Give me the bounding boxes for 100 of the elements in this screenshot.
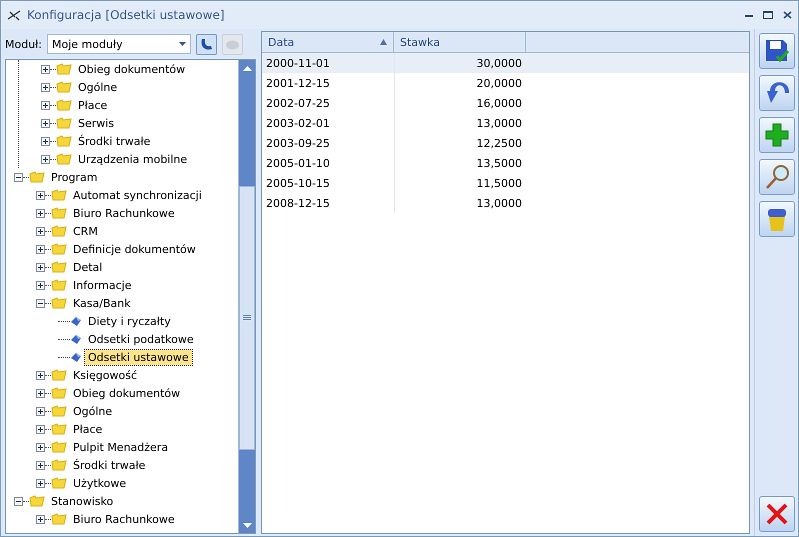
- expand-icon[interactable]: [41, 136, 50, 146]
- expand-icon[interactable]: [41, 82, 50, 92]
- column-header[interactable]: Data: [262, 32, 394, 52]
- expand-icon[interactable]: [36, 370, 45, 380]
- folder-icon: [51, 279, 67, 291]
- scroll-up-icon[interactable]: [242, 66, 252, 70]
- expand-icon[interactable]: [36, 226, 45, 236]
- close-icon[interactable]: [783, 11, 792, 19]
- save-button[interactable]: [758, 33, 794, 69]
- sort-icon: [380, 39, 387, 45]
- tree-item[interactable]: Odsetki podatkowe: [85, 332, 197, 346]
- tree-item[interactable]: Ogólne: [75, 80, 120, 94]
- tree-item[interactable]: Detal: [70, 260, 106, 274]
- expand-icon[interactable]: [36, 514, 45, 524]
- table-cell: 13,0000: [394, 113, 526, 133]
- collapse-icon[interactable]: [36, 298, 45, 308]
- tree-item[interactable]: Księgowość: [70, 368, 140, 382]
- expand-icon[interactable]: [36, 442, 45, 452]
- table-cell: 13,0000: [394, 193, 526, 213]
- folder-icon: [51, 189, 67, 201]
- expand-icon[interactable]: [36, 262, 45, 272]
- expand-icon[interactable]: [41, 118, 50, 128]
- tree-item[interactable]: Ogólne: [70, 404, 116, 418]
- table-cell-text: 2003-09-25: [265, 136, 331, 152]
- tree-item[interactable]: Płace: [70, 422, 106, 436]
- table-cell-text: 2001-12-15: [265, 76, 331, 92]
- tree-item[interactable]: Obieg dokumentów: [70, 386, 184, 400]
- tree-item[interactable]: Urządzenia mobilne: [75, 152, 190, 166]
- folder-icon: [51, 243, 67, 255]
- expand-icon[interactable]: [36, 424, 45, 434]
- scroll-thumb[interactable]: [239, 186, 255, 450]
- tree-item[interactable]: Kasa/Bank: [70, 296, 134, 310]
- expand-icon[interactable]: [41, 154, 50, 164]
- tree-item[interactable]: Obieg dokumentów: [75, 62, 188, 76]
- collapse-icon[interactable]: [14, 172, 23, 182]
- table-cell-text: 2005-10-15: [265, 176, 331, 192]
- gem-icon: [70, 333, 82, 345]
- plus-icon: [762, 121, 790, 149]
- folder-icon: [51, 459, 67, 471]
- tree-item[interactable]: CRM: [70, 224, 101, 238]
- table-cell: 16,0000: [394, 93, 526, 113]
- tree-item[interactable]: Automat synchronizacji: [70, 188, 205, 202]
- expand-icon[interactable]: [36, 208, 45, 218]
- tree-item[interactable]: Stanowisko: [48, 494, 116, 508]
- folder-icon: [51, 441, 67, 453]
- folder-icon: [56, 117, 72, 129]
- tree-item[interactable]: Pulpit Menadżera: [70, 440, 172, 454]
- folder-icon: [56, 135, 72, 147]
- folder-icon: [29, 495, 45, 507]
- collapse-icon[interactable]: [14, 496, 23, 506]
- folder-icon: [51, 369, 67, 381]
- expand-icon[interactable]: [36, 478, 45, 488]
- tree-item[interactable]: Odsetki ustawowe: [85, 350, 192, 364]
- tree-item[interactable]: Serwis: [75, 116, 118, 130]
- table-cell-text: 2000-11-01: [265, 56, 331, 72]
- folder-icon: [51, 225, 67, 237]
- refresh-button[interactable]: [196, 34, 218, 54]
- scrollbar[interactable]: [238, 60, 255, 533]
- expand-icon[interactable]: [36, 406, 45, 416]
- minimize-icon[interactable]: [745, 14, 753, 16]
- tree-item[interactable]: Program: [48, 170, 100, 184]
- folder-icon: [56, 81, 72, 93]
- tree-item[interactable]: Użytkowe: [70, 476, 130, 490]
- add-button[interactable]: [758, 117, 794, 153]
- expand-icon[interactable]: [36, 190, 45, 200]
- close-button[interactable]: [758, 496, 794, 532]
- module-dropdown[interactable]: Moje moduły: [47, 34, 192, 54]
- search-button[interactable]: [758, 159, 794, 195]
- tree-item[interactable]: Diety i ryczałty: [85, 314, 174, 328]
- tree-item[interactable]: Informacje: [70, 278, 134, 292]
- tree-item[interactable]: Biuro Rachunkowe: [70, 512, 178, 526]
- table-cell-text: 2003-02-01: [265, 116, 331, 132]
- folder-icon: [51, 261, 67, 273]
- tree-item[interactable]: Płace: [75, 98, 110, 112]
- column-header[interactable]: Stawka: [394, 32, 526, 52]
- maximize-icon[interactable]: [763, 11, 773, 19]
- expand-icon[interactable]: [36, 244, 45, 254]
- undo-button[interactable]: [758, 75, 794, 111]
- folder-icon: [51, 207, 67, 219]
- tree-item[interactable]: Środki trwałe: [75, 134, 154, 148]
- expand-icon[interactable]: [36, 388, 45, 398]
- dropdown-caret-icon[interactable]: [179, 42, 186, 46]
- gem-icon: [70, 315, 82, 327]
- folder-icon: [51, 423, 67, 435]
- tree-item[interactable]: Środki trwałe: [70, 458, 148, 472]
- expand-icon[interactable]: [41, 64, 50, 74]
- cloud-icon: [225, 38, 240, 50]
- tree-item[interactable]: Biuro Rachunkowe: [70, 206, 178, 220]
- expand-icon[interactable]: [41, 100, 50, 110]
- expand-icon[interactable]: [36, 280, 45, 290]
- table-cell: 20,0000: [394, 73, 526, 93]
- module-label: Moduł:: [5, 38, 42, 50]
- expand-icon[interactable]: [36, 460, 45, 470]
- folder-icon: [56, 153, 72, 165]
- delete-button[interactable]: [758, 201, 794, 237]
- folder-icon: [51, 297, 67, 309]
- scroll-down-icon[interactable]: [242, 522, 252, 528]
- table-cell: 13,5000: [394, 153, 526, 173]
- tree-item[interactable]: Definicje dokumentów: [70, 242, 199, 256]
- app-icon: [7, 9, 21, 21]
